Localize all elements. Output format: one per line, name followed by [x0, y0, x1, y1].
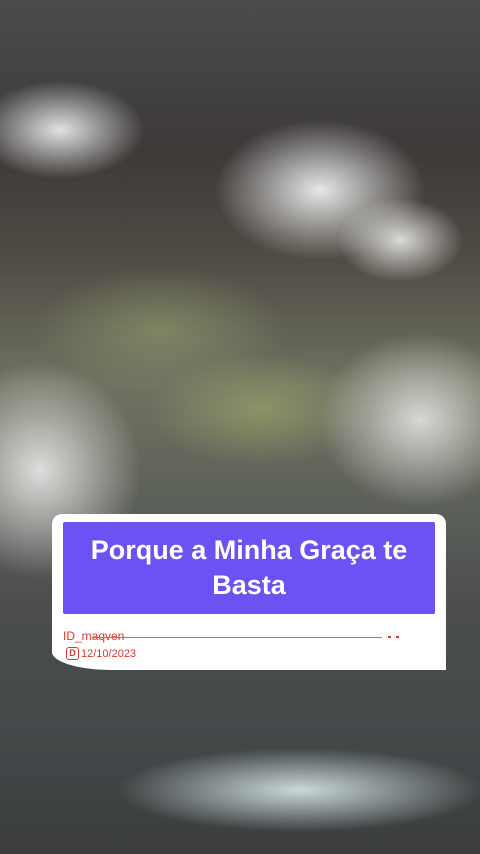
stream-rocks — [0, 704, 480, 854]
date-row: D 12/10/2023 — [66, 647, 136, 660]
caption-banner: Porque a Minha Graça te Basta — [63, 522, 435, 614]
user-id-label: ID_maqven — [63, 629, 125, 643]
date-label: 12/10/2023 — [81, 647, 137, 660]
date-badge-icon: D — [66, 647, 79, 660]
caption-title: Porque a Minha Graça te Basta — [90, 535, 408, 600]
user-id-underline — [92, 637, 382, 638]
dash-mark — [396, 636, 399, 638]
dash-mark — [388, 636, 391, 638]
